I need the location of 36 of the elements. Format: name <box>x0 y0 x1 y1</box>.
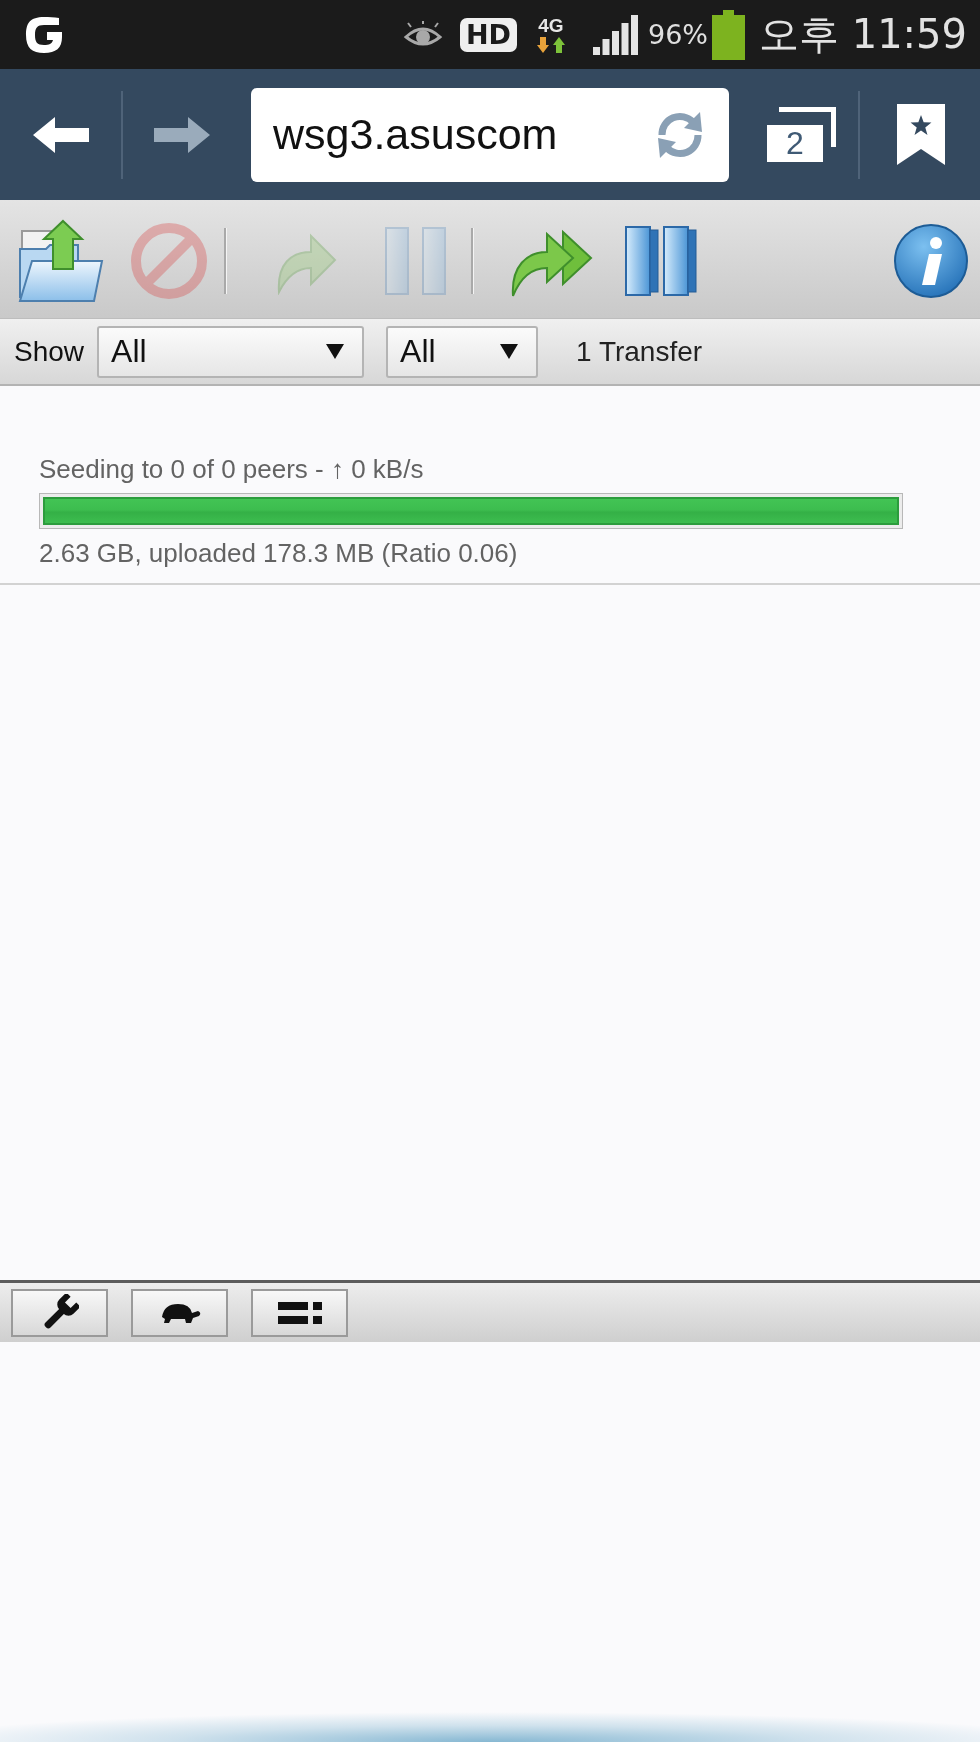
logo-icon <box>24 14 64 55</box>
pause-all-button[interactable] <box>624 225 700 297</box>
turtle-mode-button[interactable] <box>131 1288 228 1337</box>
battery-icon <box>712 9 745 60</box>
compact-view-button[interactable] <box>251 1288 348 1337</box>
back-button[interactable] <box>33 116 89 153</box>
double-bar-icon <box>624 225 700 297</box>
filter-select[interactable]: All <box>386 325 539 378</box>
left-arrow-icon <box>33 116 89 153</box>
hd-indicator: HD <box>459 17 517 52</box>
no-entry-icon <box>130 222 208 300</box>
bars-icon <box>277 1300 322 1325</box>
address-field[interactable]: wsg3.asuscom <box>251 87 729 182</box>
filter-select[interactable]: All <box>97 325 365 378</box>
pause-icon <box>382 226 449 296</box>
transfer-count: 1 Transfer <box>576 335 703 368</box>
show-label: Show <box>14 335 85 368</box>
caret-down-icon <box>326 344 345 359</box>
data-arrows-icon <box>537 36 565 54</box>
open-button[interactable] <box>16 218 104 304</box>
settings-button[interactable] <box>11 1288 108 1337</box>
caret-down-icon <box>500 344 519 359</box>
right-arrow-icon <box>154 116 210 153</box>
transfer-status: Seeding to 0 of 0 peers - ↑ 0 kB/s <box>39 454 425 484</box>
clock-time: 오후 11:59 <box>759 10 967 59</box>
tabs-button[interactable]: 2 <box>767 107 836 162</box>
bookmark-star-icon <box>897 104 945 165</box>
battery-percent: 96% <box>648 19 708 50</box>
transfer-details: 2.63 GB, uploaded 178.3 MB (Ratio 0.06) <box>39 538 519 568</box>
folder-upload-icon <box>16 218 104 304</box>
info-button[interactable] <box>893 223 969 299</box>
signal-icon <box>593 14 639 55</box>
bookmark-button[interactable] <box>897 104 945 165</box>
network-type-label: 4G <box>538 15 564 35</box>
url-text: wsg3.asuscom <box>273 110 559 159</box>
info-icon <box>893 223 969 299</box>
